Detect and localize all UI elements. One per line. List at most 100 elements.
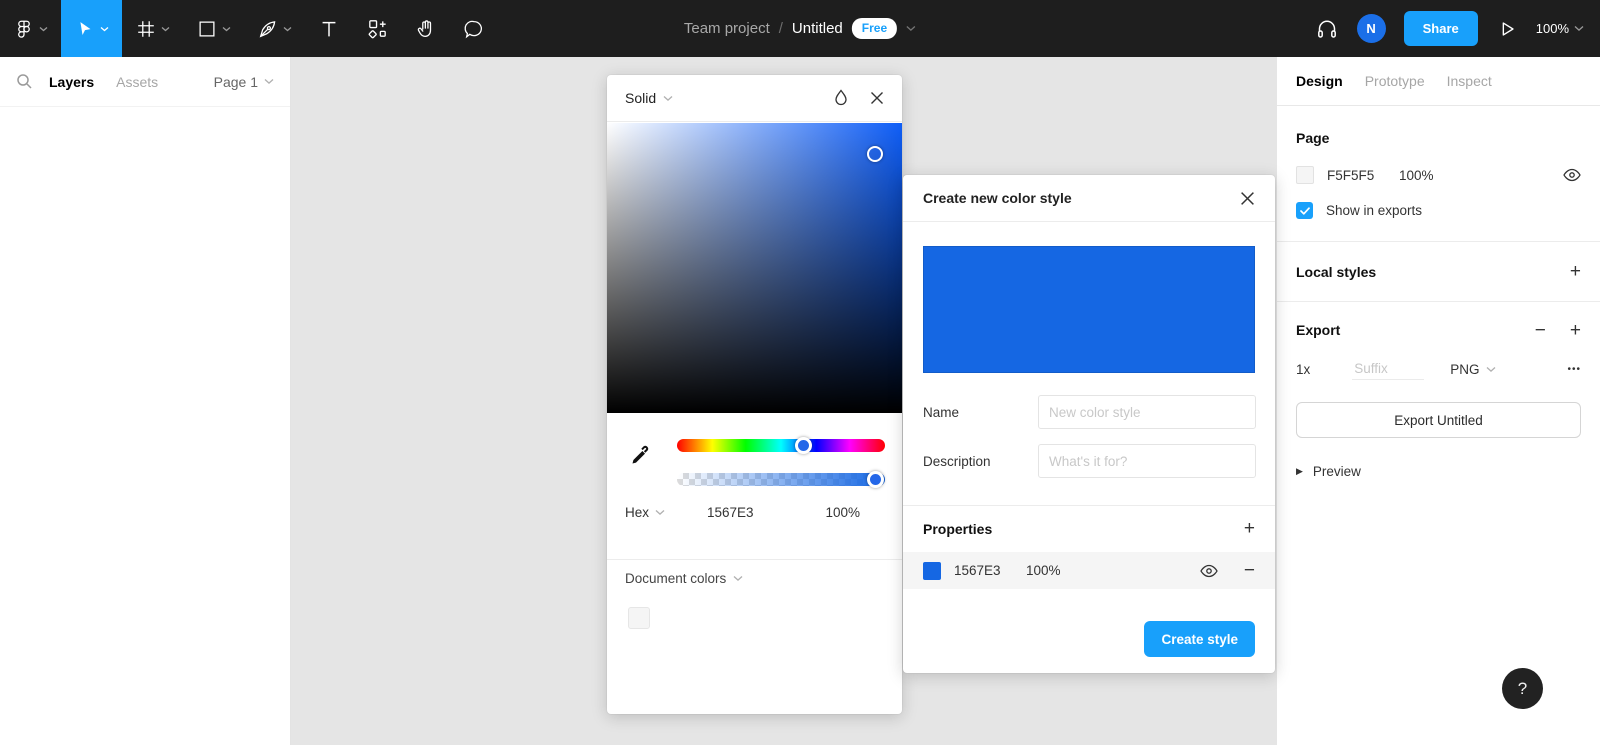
chevron-down-icon bbox=[1574, 26, 1584, 31]
sidebar-tabs: Layers Assets Page 1 bbox=[0, 57, 290, 107]
hue-slider-handle[interactable] bbox=[795, 437, 812, 454]
page-color-opacity[interactable]: 100% bbox=[1399, 168, 1434, 183]
export-format-dropdown[interactable]: PNG bbox=[1450, 362, 1495, 377]
help-button[interactable]: ? bbox=[1502, 668, 1543, 709]
eyedropper-button[interactable] bbox=[629, 443, 653, 467]
show-in-exports-row: Show in exports bbox=[1296, 202, 1581, 219]
comment-tool-button[interactable] bbox=[450, 0, 498, 57]
zoom-menu[interactable]: 100% bbox=[1536, 21, 1584, 36]
opacity-slider[interactable] bbox=[677, 471, 885, 488]
page-section-title: Page bbox=[1296, 130, 1330, 146]
headphones-icon bbox=[1317, 20, 1336, 38]
document-colors-label: Document colors bbox=[625, 571, 727, 586]
hand-tool-button[interactable] bbox=[402, 0, 450, 57]
close-icon bbox=[871, 92, 883, 104]
export-untitled-button[interactable]: Export Untitled bbox=[1296, 402, 1581, 438]
page-color-row: F5F5F5 100% bbox=[1296, 166, 1581, 184]
chevron-down-icon bbox=[100, 26, 109, 31]
hex-value-field[interactable]: 1567E3 bbox=[707, 505, 754, 520]
export-format-value: PNG bbox=[1450, 361, 1480, 377]
move-tool-button[interactable] bbox=[61, 0, 122, 57]
avatar[interactable]: N bbox=[1356, 14, 1386, 43]
plan-badge[interactable]: Free bbox=[851, 18, 898, 39]
show-in-exports-label: Show in exports bbox=[1326, 203, 1423, 218]
zoom-level: 100% bbox=[1535, 21, 1569, 36]
file-menu-chevron-icon[interactable] bbox=[906, 25, 916, 32]
export-section: Export − + 1x PNG ••• Export Untitled ▶ … bbox=[1277, 302, 1600, 479]
close-picker-button[interactable] bbox=[870, 91, 884, 105]
add-property-button[interactable]: + bbox=[1244, 519, 1255, 538]
close-icon bbox=[1241, 191, 1254, 205]
opacity-slider-handle[interactable] bbox=[867, 471, 884, 488]
property-hex-value[interactable]: 1567E3 bbox=[954, 563, 1026, 578]
breadcrumb-filename[interactable]: Untitled bbox=[792, 20, 843, 37]
topbar-right-group: N Share 100% bbox=[1315, 0, 1584, 57]
show-in-exports-checkbox[interactable] bbox=[1296, 202, 1313, 219]
tab-inspect[interactable]: Inspect bbox=[1447, 73, 1492, 89]
audio-call-button[interactable] bbox=[1315, 17, 1339, 41]
close-dialog-button[interactable] bbox=[1240, 191, 1255, 206]
chevron-down-icon bbox=[161, 26, 170, 31]
tab-prototype[interactable]: Prototype bbox=[1365, 73, 1425, 89]
color-selection-handle[interactable] bbox=[867, 146, 883, 162]
remove-property-button[interactable]: − bbox=[1244, 561, 1255, 580]
checkmark-icon bbox=[1299, 206, 1310, 215]
page-selector[interactable]: Page 1 bbox=[214, 74, 274, 90]
property-opacity-value[interactable]: 100% bbox=[1026, 563, 1061, 578]
opacity-value-field[interactable]: 100% bbox=[825, 505, 860, 520]
share-button[interactable]: Share bbox=[1403, 11, 1478, 46]
hue-slider[interactable] bbox=[677, 437, 885, 454]
export-suffix-input[interactable] bbox=[1352, 358, 1425, 380]
comment-bubble-icon bbox=[464, 20, 482, 38]
local-styles-title: Local styles bbox=[1296, 263, 1377, 280]
search-button[interactable] bbox=[16, 73, 33, 90]
resources-tool-button[interactable] bbox=[353, 0, 402, 57]
page-color-swatch[interactable] bbox=[1296, 166, 1314, 184]
export-options-button[interactable]: ••• bbox=[1567, 364, 1581, 375]
saturation-value-area[interactable] bbox=[607, 123, 902, 413]
text-tool-button[interactable] bbox=[305, 0, 353, 57]
breadcrumb-separator: / bbox=[778, 20, 783, 37]
search-icon bbox=[17, 74, 32, 89]
tab-layers[interactable]: Layers bbox=[49, 74, 94, 90]
page-color-visibility-button[interactable] bbox=[1563, 168, 1581, 182]
tab-assets[interactable]: Assets bbox=[116, 74, 158, 90]
description-field-row: Description bbox=[923, 444, 1256, 478]
color-picker-panel: Solid Hex 1567E3 100% Document colors bbox=[607, 75, 902, 714]
shape-tool-button[interactable] bbox=[183, 0, 244, 57]
property-color-swatch[interactable] bbox=[923, 561, 941, 580]
chevron-down-icon bbox=[1486, 366, 1495, 372]
breadcrumb-project[interactable]: Team project bbox=[684, 20, 770, 37]
text-icon bbox=[322, 21, 336, 36]
name-label: Name bbox=[923, 404, 960, 420]
color-format-dropdown[interactable]: Hex bbox=[625, 505, 665, 520]
pen-tool-button[interactable] bbox=[244, 0, 305, 57]
style-description-input[interactable] bbox=[1038, 444, 1256, 478]
tab-design[interactable]: Design bbox=[1296, 73, 1343, 89]
page-color-hex[interactable]: F5F5F5 bbox=[1327, 168, 1399, 183]
eyedropper-icon bbox=[632, 445, 649, 464]
create-style-button[interactable]: Create style bbox=[1144, 621, 1255, 657]
eye-icon bbox=[1200, 564, 1218, 577]
style-name-input[interactable] bbox=[1038, 395, 1256, 429]
document-color-swatch[interactable] bbox=[628, 607, 650, 629]
style-color-preview bbox=[923, 246, 1255, 373]
document-colors-dropdown[interactable]: Document colors bbox=[625, 571, 743, 586]
property-visibility-button[interactable] bbox=[1200, 564, 1218, 578]
move-cursor-icon bbox=[80, 21, 91, 35]
preview-toggle[interactable]: ▶ Preview bbox=[1296, 464, 1581, 479]
remove-export-button[interactable]: − bbox=[1535, 321, 1546, 340]
fill-type-dropdown[interactable]: Solid bbox=[625, 90, 673, 106]
add-export-button[interactable]: + bbox=[1570, 321, 1581, 340]
main-menu-button[interactable] bbox=[0, 0, 61, 57]
layers-sidebar: Layers Assets Page 1 bbox=[0, 57, 291, 745]
color-property-row[interactable]: 1567E3 100% − bbox=[903, 552, 1275, 589]
local-styles-header: Local styles + bbox=[1296, 242, 1581, 301]
color-blend-button[interactable] bbox=[834, 89, 848, 107]
frame-tool-button[interactable] bbox=[122, 0, 183, 57]
chevron-down-icon bbox=[222, 26, 231, 31]
export-scale-dropdown[interactable]: 1x bbox=[1296, 362, 1310, 377]
figma-logo-icon bbox=[18, 20, 30, 38]
add-local-style-button[interactable]: + bbox=[1570, 262, 1581, 281]
present-button[interactable] bbox=[1496, 18, 1518, 40]
